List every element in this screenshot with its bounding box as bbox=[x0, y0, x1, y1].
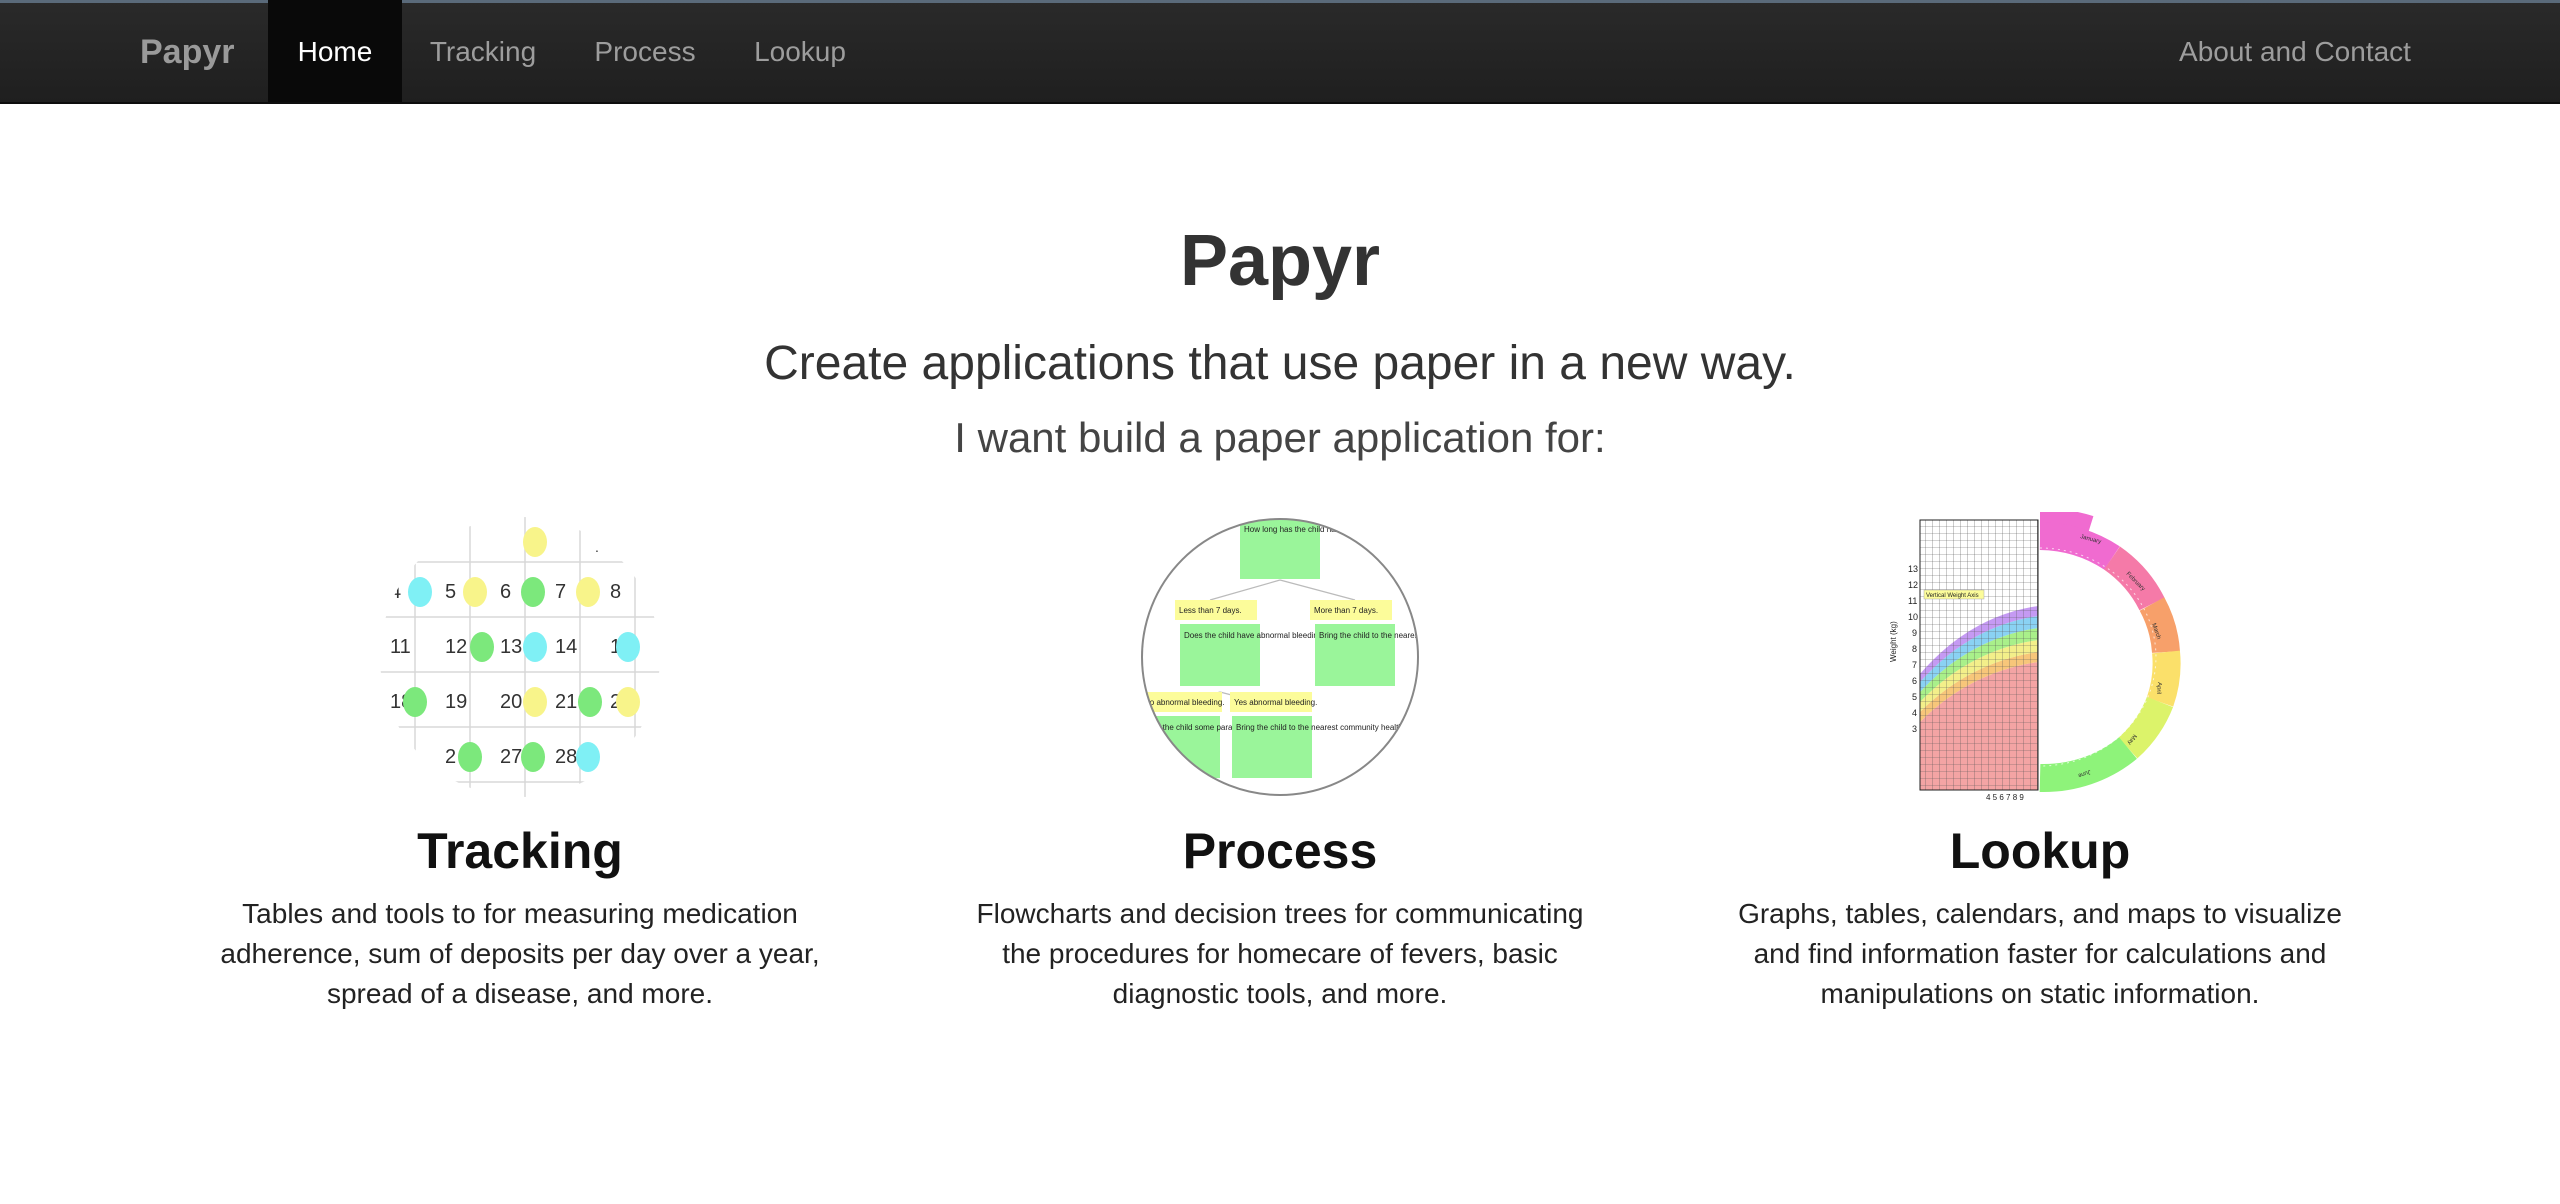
lookup-section: Vertical Weight Axis Weight (kg) 13 12 1… bbox=[1720, 512, 2360, 1014]
brand-logo[interactable]: Papyr bbox=[140, 0, 235, 104]
flow-left-question: Does the child have abnormal bleeding? bbox=[1184, 631, 1327, 640]
calendar-day: 14 bbox=[555, 636, 577, 658]
lookup-xticks: 4 5 6 7 8 9 bbox=[1986, 793, 2024, 802]
y-tick: 11 bbox=[1908, 596, 1917, 606]
flow-right-answer: Bring the child to the nearest community… bbox=[1319, 631, 1430, 640]
month-label: April bbox=[2155, 682, 2162, 694]
y-tick: 6 bbox=[1912, 676, 1917, 686]
lookup-title[interactable]: Lookup bbox=[1720, 822, 2360, 880]
calendar-day: 28 bbox=[555, 746, 577, 768]
y-tick: 10 bbox=[1908, 612, 1918, 622]
page-title: Papyr bbox=[1179, 221, 1381, 301]
calendar-dots-icon[interactable]: . 4 5 6 7 8 11 12 13 14 15 18 19 20 21 2 bbox=[370, 512, 670, 802]
lookup-description: Graphs, tables, calendars, and maps to v… bbox=[1738, 898, 2342, 1009]
nav-item-home[interactable]: Home bbox=[268, 0, 402, 102]
tracking-description: Tables and tools to for measuring medica… bbox=[220, 898, 820, 1009]
growth-chart-wheel-icon[interactable]: Vertical Weight Axis Weight (kg) 13 12 1… bbox=[1890, 512, 2190, 802]
tracking-section: . 4 5 6 7 8 11 12 13 14 15 18 19 20 21 2 bbox=[200, 512, 840, 1014]
process-description: Flowcharts and decision trees for commun… bbox=[976, 898, 1584, 1009]
calendar-day: 5 bbox=[445, 581, 456, 603]
page-prompt: I want build a paper application for: bbox=[954, 414, 1606, 461]
y-tick: 8 bbox=[1912, 644, 1917, 654]
y-tick: 12 bbox=[1908, 580, 1918, 590]
calendar-day: 13 bbox=[500, 636, 522, 658]
nav-item-process[interactable]: Process bbox=[564, 0, 726, 102]
svg-text:.: . bbox=[595, 539, 599, 555]
calendar-day: 21 bbox=[555, 691, 577, 713]
y-tick: 3 bbox=[1912, 724, 1917, 734]
calendar-day: 6 bbox=[500, 581, 511, 603]
tracking-title[interactable]: Tracking bbox=[200, 822, 840, 880]
calendar-day: 12 bbox=[445, 636, 467, 658]
calendar-day: 27 bbox=[500, 746, 522, 768]
flow-no-bleed: No abnormal bleeding. bbox=[1144, 698, 1225, 707]
y-tick: 5 bbox=[1912, 692, 1917, 702]
flowchart-icon[interactable]: How long has the child had a fever? Less… bbox=[1130, 512, 1430, 802]
flow-yes-bleed: Yes abnormal bleeding. bbox=[1234, 698, 1317, 707]
y-tick: 13 bbox=[1908, 564, 1918, 574]
nav-item-lookup[interactable]: Lookup bbox=[726, 0, 874, 102]
flow-root-text: How long has the child had a fever? bbox=[1244, 525, 1372, 534]
calendar-day: 19 bbox=[445, 691, 467, 713]
flow-left-text: Less than 7 days. bbox=[1179, 606, 1242, 615]
calendar-day: 20 bbox=[500, 691, 522, 713]
calendar-day: 7 bbox=[555, 581, 566, 603]
flow-right-text: More than 7 days. bbox=[1314, 606, 1378, 615]
nav-item-tracking[interactable]: Tracking bbox=[402, 0, 564, 102]
calendar-day: 4 bbox=[390, 581, 401, 603]
process-section: How long has the child had a fever? Less… bbox=[960, 512, 1600, 1014]
process-title[interactable]: Process bbox=[960, 822, 1600, 880]
lookup-callout: Vertical Weight Axis bbox=[1926, 593, 1979, 599]
y-tick: 4 bbox=[1912, 708, 1917, 718]
calendar-day: 8 bbox=[610, 581, 621, 603]
top-navbar: Papyr Home Tracking Process Lookup About… bbox=[0, 0, 2560, 104]
calendar-day: 2 bbox=[445, 746, 456, 768]
lookup-ylabel: Weight (kg) bbox=[1890, 621, 1898, 662]
nav-item-about-contact[interactable]: About and Contact bbox=[2160, 0, 2430, 102]
y-tick: 7 bbox=[1912, 660, 1917, 670]
page-subtitle: Create applications that use paper in a … bbox=[764, 337, 1796, 390]
y-tick: 9 bbox=[1912, 628, 1917, 638]
calendar-day: 11 bbox=[390, 636, 411, 658]
